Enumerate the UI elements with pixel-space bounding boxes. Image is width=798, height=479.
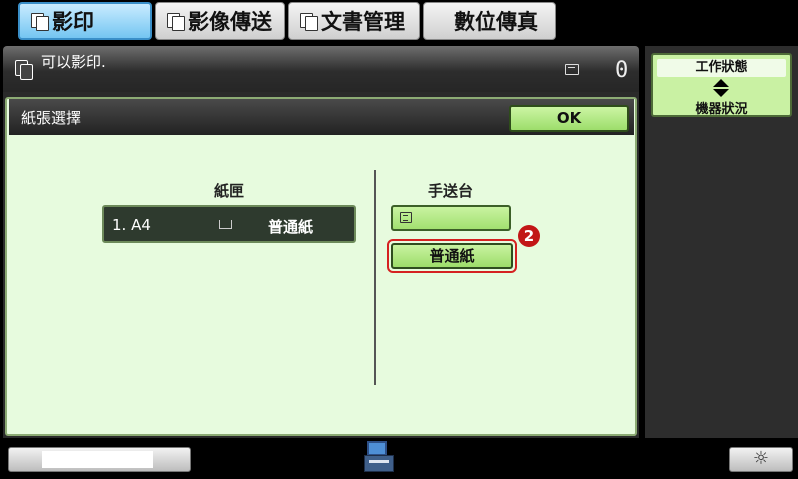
- status-message: 可以影印.: [41, 53, 106, 71]
- bottom-left-button[interactable]: [8, 447, 191, 472]
- brightness-button[interactable]: ☼: [729, 447, 793, 472]
- copy-icon: [30, 12, 49, 31]
- tray-1-button[interactable]: 1. A4 普通紙: [102, 205, 356, 243]
- copy-icon: [15, 60, 33, 80]
- tab-document-filing[interactable]: 文書管理: [288, 2, 420, 40]
- paper-select-panel: [5, 97, 637, 436]
- tray-size-label: 1. A4: [112, 216, 151, 234]
- job-status-label: 工作狀態: [657, 59, 786, 77]
- device-base: [364, 455, 394, 472]
- tab-copy-label: 影印: [52, 10, 94, 34]
- tab-digital-fax-label: 數位傳真: [454, 10, 538, 34]
- job-status-button[interactable]: 工作狀態 機器狀況: [651, 53, 792, 117]
- bypass-column-label: 手送台: [428, 182, 474, 200]
- image-send-icon: [166, 12, 185, 31]
- tab-image-send[interactable]: 影像傳送: [155, 2, 285, 40]
- tab-digital-fax[interactable]: 數位傳真: [423, 2, 556, 40]
- step-marker: 2: [518, 225, 540, 247]
- toggle-arrows-icon: [713, 79, 729, 97]
- device-icon[interactable]: [364, 441, 400, 474]
- bypass-tray-icon: [400, 212, 412, 223]
- tab-image-send-label: 影像傳送: [188, 10, 272, 34]
- ok-button[interactable]: OK: [509, 105, 629, 132]
- tray-column-label: 紙匣: [214, 182, 245, 200]
- tab-copy[interactable]: 影印: [18, 2, 152, 40]
- brightness-icon: ☼: [752, 448, 770, 469]
- machine-status-label: 機器狀況: [695, 102, 748, 117]
- tab-document-filing-label: 文書管理: [321, 10, 405, 34]
- bypass-tray-button[interactable]: [391, 205, 511, 231]
- panel-title: 紙張選擇: [21, 109, 82, 127]
- bypass-paper-type-button[interactable]: 普通紙: [391, 243, 513, 269]
- device-monitor: [367, 441, 387, 456]
- mode-tab-bar: 影印 影像傳送 文書管理 數位傳真: [0, 0, 798, 44]
- status-bar: 可以影印. 0: [3, 46, 639, 92]
- bottom-left-field: [42, 451, 153, 468]
- tray-paper-type-label: 普通紙: [268, 218, 314, 236]
- document-filing-icon: [299, 12, 318, 31]
- paper-tray-icon: [219, 220, 232, 229]
- job-queue-count: 0: [615, 58, 629, 83]
- job-queue-icon: [565, 64, 579, 75]
- column-divider: [374, 170, 376, 385]
